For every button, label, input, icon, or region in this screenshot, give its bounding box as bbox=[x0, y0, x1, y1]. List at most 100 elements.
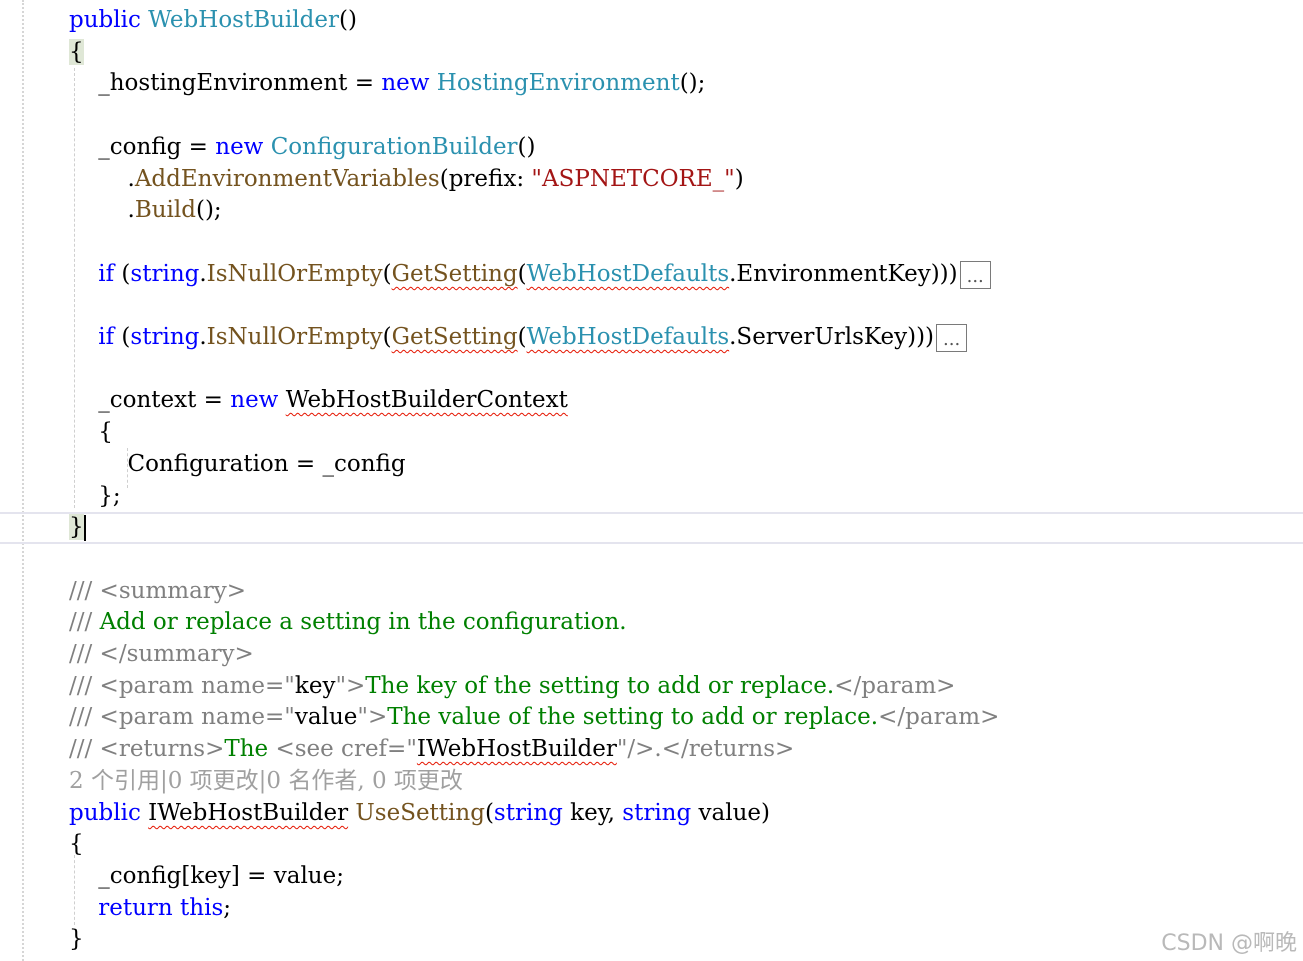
code-token: "> bbox=[335, 673, 366, 699]
collapsed-region-button[interactable]: ... bbox=[959, 261, 991, 289]
code-token: { bbox=[69, 39, 84, 65]
code-token: . bbox=[69, 197, 135, 223]
code-token: ( bbox=[382, 324, 392, 350]
code-token: GetSetting bbox=[391, 261, 518, 287]
code-token: _hostingEnvironment = bbox=[69, 70, 382, 96]
code-token: _config = bbox=[69, 134, 216, 160]
code-line[interactable]: } bbox=[69, 511, 86, 543]
code-token: { bbox=[69, 419, 113, 445]
code-token: new bbox=[215, 134, 264, 160]
code-token: ( bbox=[517, 324, 527, 350]
code-token: string bbox=[130, 324, 200, 350]
code-line[interactable]: /// <summary> bbox=[69, 575, 246, 607]
code-token: .ServerUrlsKey))) bbox=[729, 324, 935, 350]
code-line[interactable]: { bbox=[69, 828, 84, 860]
code-token: _config[key] = value; bbox=[69, 863, 344, 889]
code-token: } bbox=[69, 514, 84, 540]
code-line[interactable]: _config[key] = value; bbox=[69, 860, 344, 892]
code-token: if bbox=[98, 324, 115, 350]
code-token: WebHostBuilder bbox=[148, 7, 339, 33]
code-token: }; bbox=[69, 483, 121, 509]
code-token: . bbox=[69, 166, 135, 192]
code-line[interactable]: _context = new WebHostBuilderContext bbox=[69, 384, 568, 416]
code-token: string bbox=[622, 800, 692, 826]
code-token: new bbox=[230, 387, 279, 413]
code-token: AddEnvironmentVariables bbox=[134, 166, 440, 192]
code-token: string bbox=[493, 800, 563, 826]
code-token: . bbox=[199, 261, 207, 287]
code-token: /// <returns> bbox=[69, 736, 225, 762]
code-token: () bbox=[338, 7, 357, 33]
code-token: /// <summary> bbox=[69, 578, 247, 604]
code-line[interactable]: .AddEnvironmentVariables(prefix: "ASPNET… bbox=[69, 163, 744, 195]
code-token: this bbox=[180, 895, 224, 921]
code-line[interactable]: /// <returns>The <see cref="IWebHostBuil… bbox=[69, 733, 794, 765]
code-line[interactable]: /// <param name="key">The key of the set… bbox=[69, 670, 955, 702]
code-line[interactable]: } bbox=[69, 923, 84, 955]
code-token: "ASPNETCORE_" bbox=[531, 166, 735, 192]
code-token: ( bbox=[114, 261, 131, 287]
code-token: ) bbox=[734, 166, 744, 192]
code-token: The key of the setting to add or replace… bbox=[365, 673, 835, 699]
code-line[interactable]: /// <param name="value">The value of the… bbox=[69, 701, 999, 733]
code-token: value bbox=[294, 704, 358, 730]
code-token: /// <param name=" bbox=[69, 704, 295, 730]
code-line[interactable]: public WebHostBuilder() bbox=[69, 4, 357, 36]
code-line[interactable]: Configuration = _config bbox=[69, 448, 406, 480]
code-line[interactable]: return this; bbox=[69, 892, 231, 924]
code-token: UseSetting bbox=[355, 800, 485, 826]
code-token: </param> bbox=[834, 673, 956, 699]
code-line[interactable]: { bbox=[69, 36, 84, 68]
code-token: ConfigurationBuilder bbox=[270, 134, 518, 160]
code-token: /// bbox=[69, 609, 100, 635]
code-token: IsNullOrEmpty bbox=[206, 261, 383, 287]
code-token: ( bbox=[382, 261, 392, 287]
code-line[interactable]: _config = new ConfigurationBuilder() bbox=[69, 131, 535, 163]
code-token: public bbox=[69, 7, 141, 33]
watermark: CSDN @啊晚 bbox=[1161, 931, 1297, 956]
code-token: value) bbox=[691, 800, 770, 826]
code-line[interactable]: /// </summary> bbox=[69, 638, 254, 670]
code-line[interactable]: if (string.IsNullOrEmpty(GetSetting(WebH… bbox=[69, 321, 968, 353]
code-token: ( bbox=[517, 261, 527, 287]
code-line[interactable]: 2 个引用|0 项更改|0 名作者, 0 项更改 bbox=[69, 765, 463, 797]
code-token: . bbox=[199, 324, 207, 350]
code-line[interactable]: public IWebHostBuilder UseSetting(string… bbox=[69, 797, 770, 829]
code-editor[interactable]: public WebHostBuilder(){ _hostingEnviron… bbox=[0, 0, 1303, 961]
code-token: 2 个引用|0 项更改|0 名作者, 0 项更改 bbox=[69, 768, 463, 794]
code-token: IsNullOrEmpty bbox=[206, 324, 383, 350]
code-token: .EnvironmentKey))) bbox=[729, 261, 958, 287]
code-token: ( bbox=[114, 324, 131, 350]
code-token: Configuration = _config bbox=[69, 451, 406, 477]
code-token: HostingEnvironment bbox=[436, 70, 680, 96]
code-token: { bbox=[69, 831, 84, 857]
code-token: "/>.</returns> bbox=[616, 736, 795, 762]
code-line[interactable]: _hostingEnvironment = new HostingEnviron… bbox=[69, 67, 705, 99]
code-token: } bbox=[69, 926, 84, 952]
code-token: key, bbox=[562, 800, 623, 826]
code-line[interactable]: if (string.IsNullOrEmpty(GetSetting(WebH… bbox=[69, 258, 991, 290]
code-token: IWebHostBuilder bbox=[148, 800, 349, 826]
code-line[interactable]: }; bbox=[69, 480, 121, 512]
code-token: string bbox=[130, 261, 200, 287]
code-token: return bbox=[98, 895, 173, 921]
current-line-highlight bbox=[0, 512, 1303, 544]
outline-margin bbox=[22, 0, 24, 961]
code-line[interactable]: /// Add or replace a setting in the conf… bbox=[69, 606, 627, 638]
code-line[interactable]: .Build(); bbox=[69, 194, 221, 226]
code-token: public bbox=[69, 800, 141, 826]
code-token: ; bbox=[223, 895, 232, 921]
code-token: The value of the setting to add or repla… bbox=[387, 704, 879, 730]
code-line[interactable]: { bbox=[69, 416, 113, 448]
code-token: Add or replace a setting in the configur… bbox=[99, 609, 627, 635]
code-token: /// <param name=" bbox=[69, 673, 295, 699]
collapsed-region-button[interactable]: ... bbox=[936, 324, 968, 352]
code-token: if bbox=[98, 261, 115, 287]
code-token: <see cref=" bbox=[275, 736, 417, 762]
text-caret bbox=[83, 515, 86, 541]
